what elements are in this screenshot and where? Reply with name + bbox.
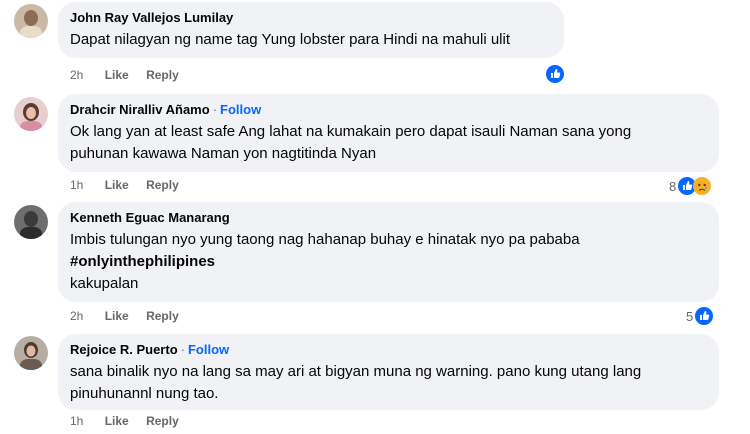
comment-time[interactable]: 1h	[70, 178, 83, 192]
like-icon	[546, 65, 564, 83]
comment-text: Imbis tulungan nyo yung taong nag hahana…	[70, 231, 580, 248]
sad-icon	[693, 177, 712, 195]
comment-text: pinuhunannl nung tao.	[70, 385, 219, 402]
reaction-summary[interactable]: 5	[686, 306, 714, 326]
like-icon	[695, 307, 714, 325]
follow-button[interactable]: Follow	[220, 102, 261, 117]
avatar[interactable]	[14, 4, 48, 38]
reaction-summary[interactable]: 8	[669, 176, 712, 196]
comment-actions: 1h Like Reply	[70, 177, 193, 193]
comment-time[interactable]: 2h	[70, 309, 83, 323]
like-button[interactable]: Like	[105, 414, 129, 428]
comment-text: kakupalan	[70, 275, 139, 292]
avatar[interactable]	[14, 97, 48, 131]
reaction-count: 5	[686, 308, 694, 324]
comment-bubble: Drahcir Niralliv Añamo · Follow Ok lang ya…	[58, 94, 719, 172]
reply-button[interactable]: Reply	[146, 68, 179, 82]
comment-time[interactable]: 2h	[70, 68, 83, 82]
like-button[interactable]: Like	[105, 178, 129, 192]
reply-button[interactable]: Reply	[146, 178, 179, 192]
reaction-count: 8	[669, 178, 677, 194]
comment-author[interactable]: Rejoice R. Puerto	[70, 342, 178, 357]
comment-text: sana binalik nyo na lang sa may ari at b…	[70, 363, 642, 380]
comment-bubble: John Ray Vallejos Lumilay Dapat nilagyan…	[58, 2, 564, 58]
comment-text: puhunan kawawa Naman yon nagtitinda Nyan	[70, 145, 377, 162]
follow-button[interactable]: Follow	[188, 342, 229, 357]
like-button[interactable]: Like	[105, 309, 129, 323]
comment-author[interactable]: Kenneth Eguac Manarang	[70, 210, 230, 225]
comment-bubble: Kenneth Eguac Manarang Imbis tulungan ny…	[58, 202, 719, 302]
comment-actions: 1h Like Reply	[70, 413, 193, 429]
comment-actions: 2h Like Reply	[70, 308, 193, 324]
comment-bubble: Rejoice R. Puerto · Follow sana binalik ny…	[58, 334, 719, 410]
comment-author[interactable]: John Ray Vallejos Lumilay	[70, 10, 233, 25]
comment-text: Dapat nilagyan ng name tag Yung lobster …	[70, 31, 511, 48]
reaction-summary[interactable]	[546, 64, 564, 84]
hashtag-link[interactable]: #onlyinthephilipines	[70, 251, 707, 273]
comment-author[interactable]: Drahcir Niralliv Añamo	[70, 102, 210, 117]
comment-actions: 2h Like Reply	[70, 67, 193, 83]
like-button[interactable]: Like	[105, 68, 129, 82]
avatar[interactable]	[14, 205, 48, 239]
reply-button[interactable]: Reply	[146, 309, 179, 323]
comment-text: Ok lang yan at least safe Ang lahat na k…	[70, 123, 632, 140]
reply-button[interactable]: Reply	[146, 414, 179, 428]
comment-time[interactable]: 1h	[70, 414, 83, 428]
avatar[interactable]	[14, 336, 48, 370]
